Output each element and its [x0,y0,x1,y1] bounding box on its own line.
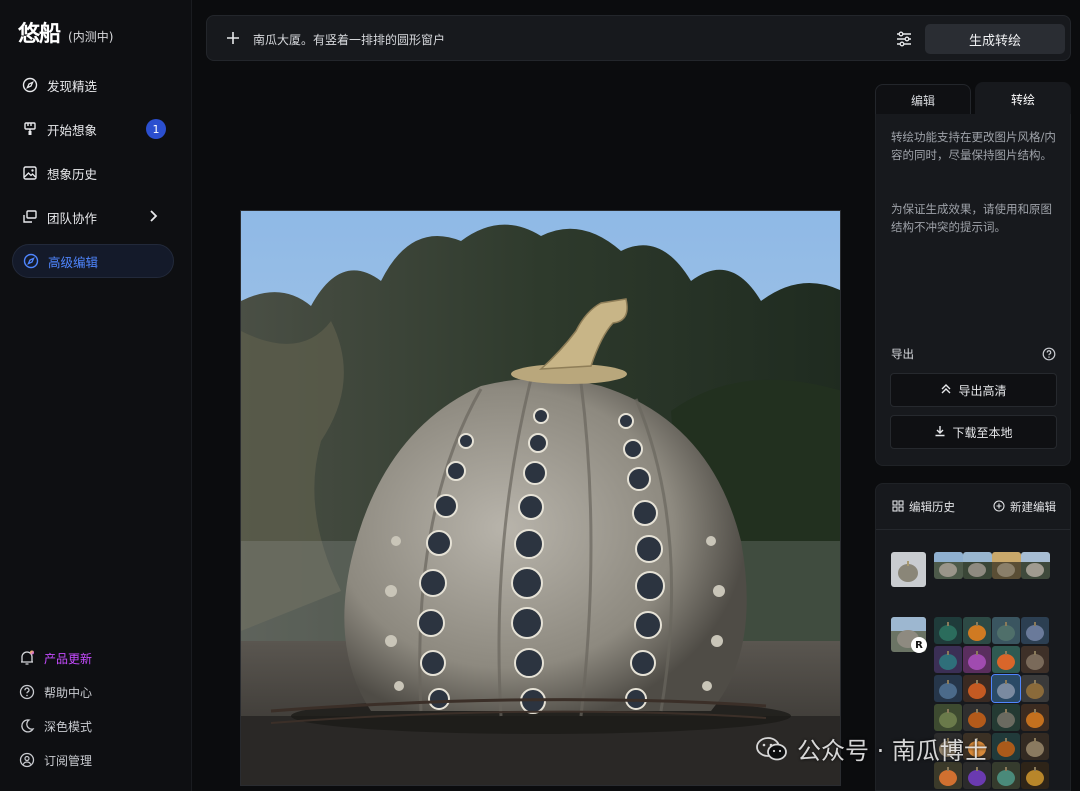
result-thumbnail[interactable] [934,704,962,731]
result-thumbnail[interactable] [963,704,991,731]
redraw-tip: 为保证生成效果，请使用和原图结构不冲突的提示词。 [891,202,1052,234]
help-icon[interactable] [1042,346,1056,361]
result-thumbnail[interactable] [963,646,991,673]
new-edit-button[interactable]: 新建编辑 [993,499,1056,515]
export-hd-button[interactable]: 导出高清 [890,373,1057,407]
team-icon [21,208,39,226]
result-thumbnail[interactable] [992,762,1020,789]
result-thumbnail[interactable] [1021,617,1049,644]
sidebar-item-label: 想象历史 [47,166,98,182]
redraw-panel: 转绘功能支持在更改图片风格/内容的同时，尽量保持图片结构。 为保证生成效果，请使… [875,114,1071,466]
sidebar-nav: 发现精选 开始想象 1 想象历史 团队协作 高级编辑 [12,68,174,288]
result-thumbnail[interactable] [934,675,962,702]
result-thumbnail[interactable] [934,617,962,644]
history-title-label: 编辑历史 [909,500,955,514]
prompt-bar: 南瓜大厦。有竖着一排排的圆形窗户 生成转绘 [206,15,1071,61]
result-thumbnail[interactable] [963,675,991,702]
history-title: 编辑历史 [892,499,955,515]
sidebar-item-help[interactable]: 帮助中心 [18,680,178,704]
sidebar-item-label: 深色模式 [44,719,93,734]
redraw-badge: R [911,637,927,653]
sidebar-item-dark-mode[interactable]: 深色模式 [18,714,178,738]
chevron-right-icon[interactable] [146,209,160,226]
result-thumbnail[interactable] [1021,704,1049,731]
compass-icon [22,252,40,270]
result-thumbnail[interactable] [992,646,1020,673]
help-icon [18,683,36,701]
wechat-icon [755,736,789,762]
sidebar-item-label: 发现精选 [47,78,98,94]
panel-tabs: 编辑 转绘 [875,82,1071,116]
sidebar-item-imagine[interactable]: 开始想象 1 [12,112,174,146]
result-thumbnail[interactable] [992,704,1020,731]
main-image[interactable] [240,210,841,786]
image-icon [21,164,39,182]
watermark: 公众号 · 南瓜博士 [755,731,988,766]
brush-icon [21,120,39,138]
add-circle-icon [993,499,1005,515]
prompt-input[interactable]: 南瓜大厦。有竖着一排排的圆形窗户 [253,31,445,48]
result-thumbnail[interactable] [991,674,1021,703]
download-icon [934,425,946,440]
watermark-text: 公众号 · 南瓜博士 [797,737,988,765]
sidebar-item-label: 帮助中心 [44,685,93,700]
generate-redraw-button[interactable]: 生成转绘 [925,24,1065,54]
result-thumbnail[interactable] [1021,762,1049,789]
sidebar-item-label: 高级编辑 [48,254,99,270]
sidebar-item-subscription[interactable]: 订阅管理 [18,748,178,772]
download-label: 下载至本地 [952,425,1013,440]
sidebar-item-history[interactable]: 想象历史 [12,156,174,190]
result-thumbnail[interactable] [1021,733,1049,760]
result-thumbnail[interactable] [963,617,991,644]
tab-redraw[interactable]: 转绘 [975,82,1071,116]
tab-edit[interactable]: 编辑 [875,84,971,116]
sidebar: 悠船 (内测中) 发现精选 开始想象 1 想象历史 团队协作 高级编辑 产品更新… [0,0,192,791]
history-thumbnail[interactable] [1021,552,1050,579]
sidebar-item-advanced-edit[interactable]: 高级编辑 [12,244,174,278]
user-icon [18,751,36,769]
logo-mark: 悠船 [18,22,61,47]
new-edit-label: 新建编辑 [1010,500,1056,514]
export-hd-label: 导出高清 [958,383,1007,398]
history-thumbnail[interactable] [891,552,926,587]
notification-badge: 1 [146,119,166,139]
history-header: 编辑历史 新建编辑 [876,484,1070,530]
history-thumbnail[interactable] [934,552,963,579]
sidebar-item-label: 团队协作 [47,210,98,226]
settings-sliders-icon[interactable] [893,28,915,50]
result-thumbnail[interactable] [992,733,1020,760]
app-logo[interactable]: 悠船 (内测中) [18,16,113,48]
redraw-description: 转绘功能支持在更改图片风格/内容的同时，尽量保持图片结构。 [891,130,1056,162]
sidebar-item-updates[interactable]: 产品更新 [18,646,178,670]
history-thumbnail[interactable] [992,552,1021,579]
sidebar-item-label: 产品更新 [44,651,93,666]
logo-subtitle: (内测中) [68,30,114,44]
moon-icon [18,717,36,735]
sidebar-item-label: 订阅管理 [44,753,93,768]
compass-icon [21,76,39,94]
export-label: 导出 [891,347,914,361]
result-thumbnail[interactable] [1021,646,1049,673]
add-icon[interactable] [223,28,243,48]
sidebar-item-team[interactable]: 团队协作 [12,200,174,234]
grid-icon [892,499,904,515]
sidebar-item-discover[interactable]: 发现精选 [12,68,174,102]
bell-icon [18,649,36,667]
sidebar-bottom: 产品更新 帮助中心 深色模式 订阅管理 [18,646,178,782]
result-thumbnail[interactable] [934,646,962,673]
double-chevron-up-icon [940,383,952,398]
result-thumbnail[interactable] [963,762,991,789]
result-thumbnail[interactable] [992,617,1020,644]
download-button[interactable]: 下载至本地 [890,415,1057,449]
result-thumbnail[interactable] [934,762,962,789]
history-thumbnail[interactable] [963,552,992,579]
result-thumbnail[interactable] [1021,675,1049,702]
sidebar-item-label: 开始想象 [47,122,98,138]
